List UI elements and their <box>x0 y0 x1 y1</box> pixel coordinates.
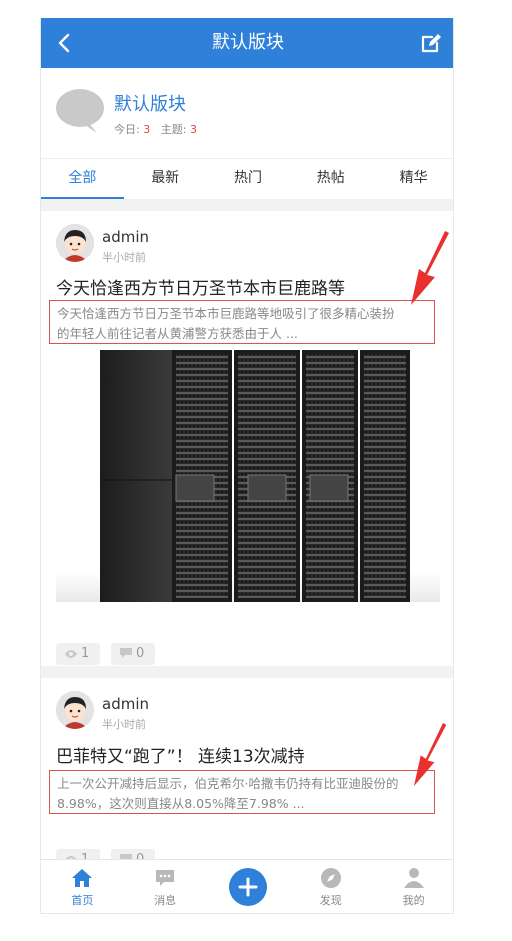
nav-label: 消息 <box>154 894 177 907</box>
post-title[interactable]: 巴菲特又“跑了”！ 连续13次减持 <box>56 742 305 767</box>
tab-featured[interactable]: 精华 <box>372 159 453 199</box>
tab-hot-posts[interactable]: 热帖 <box>289 159 372 199</box>
divider <box>41 199 453 211</box>
home-icon <box>72 869 93 887</box>
divider <box>41 666 453 678</box>
comment-count[interactable]: 0 <box>111 643 155 665</box>
top-bar: 默认版块 <box>41 18 453 68</box>
user-avatar-icon <box>56 224 94 262</box>
comment-icon <box>120 648 132 658</box>
nav-label: 我的 <box>402 894 425 907</box>
post-image[interactable] <box>56 350 440 602</box>
nav-discover[interactable]: 发现 <box>289 860 372 913</box>
edit-icon[interactable] <box>419 31 443 55</box>
page-title: 默认版块 <box>212 32 284 53</box>
annotation-arrow-icon <box>411 231 449 305</box>
nav-post[interactable] <box>207 860 290 913</box>
post-card[interactable]: admin 半小时前 今天恰逢西方节日万圣节本市巨鹿路等 今天恰逢西方节日万圣节… <box>41 211 453 666</box>
nav-messages[interactable]: 消息 <box>124 860 207 913</box>
post-excerpt-highlighted: 今天恰逢西方节日万圣节本市巨鹿路等地吸引了很多精心装扮 的年轻人前往记者从黄浦警… <box>49 300 435 344</box>
user-icon <box>403 868 424 888</box>
view-count[interactable]: 1 <box>56 643 100 665</box>
new-post-button[interactable] <box>228 868 267 906</box>
tab-all[interactable]: 全部 <box>41 159 124 199</box>
post-excerpt-line: 的年轻人前往记者从黄浦警方获悉由于人 ... <box>57 326 298 341</box>
eye-icon <box>65 650 77 658</box>
nav-me[interactable]: 我的 <box>372 860 453 913</box>
nav-label: 发现 <box>319 894 342 907</box>
plus-icon <box>238 877 258 897</box>
comment-count-value: 0 <box>136 646 145 661</box>
user-avatar-icon <box>56 691 94 729</box>
view-count-value: 1 <box>81 646 90 661</box>
forum-header: 默认版块 今日: 3 主题: 3 <box>41 68 453 159</box>
post-excerpt-highlighted: 上一次公开减持后显示，伯克希尔·哈撒韦仍持有比亚迪股份的 8.98%，这次则直接… <box>49 770 435 814</box>
forum-bubble-icon <box>56 89 104 133</box>
nav-home[interactable]: 首页 <box>41 860 124 913</box>
post-excerpt-line: 上一次公开减持后显示，伯克希尔·哈撒韦仍持有比亚迪股份的 <box>57 776 399 791</box>
tab-hot[interactable]: 热门 <box>207 159 290 199</box>
post-excerpt-line: 8.98%，这次则直接从8.05%降至7.98% ... <box>57 796 305 811</box>
bottom-nav: 首页 消息 发现 我的 <box>41 859 453 913</box>
post-author[interactable]: admin <box>102 695 149 713</box>
avatar[interactable] <box>56 691 94 729</box>
server-rack-image <box>100 350 410 602</box>
tab-latest[interactable]: 最新 <box>124 159 207 199</box>
topics-count: 3 <box>189 123 197 136</box>
post-author[interactable]: admin <box>102 228 149 246</box>
post-time: 半小时前 <box>102 718 146 731</box>
today-count: 3 <box>143 123 151 136</box>
post-title[interactable]: 今天恰逢西方节日万圣节本市巨鹿路等 <box>56 274 345 299</box>
tab-bar: 全部 最新 热门 热帖 精华 <box>41 159 453 199</box>
today-label: 今日: <box>114 123 140 136</box>
app-screen: 默认版块 默认版块 今日: 3 主题: 3 全部 最新 热门 热帖 精华 adm… <box>40 18 454 914</box>
avatar[interactable] <box>56 224 94 262</box>
annotation-arrow-icon <box>413 723 447 787</box>
post-time: 半小时前 <box>102 251 146 264</box>
message-icon <box>156 870 175 886</box>
compass-icon <box>320 868 341 888</box>
forum-name[interactable]: 默认版块 <box>114 90 186 116</box>
forum-stats: 今日: 3 主题: 3 <box>114 121 197 137</box>
post-excerpt-line: 今天恰逢西方节日万圣节本市巨鹿路等地吸引了很多精心装扮 <box>57 306 395 321</box>
topics-label: 主题: <box>160 123 187 136</box>
post-card[interactable]: admin 半小时前 巴菲特又“跑了”！ 连续13次减持 上一次公开减持后显示，… <box>41 678 453 871</box>
nav-label: 首页 <box>71 894 94 907</box>
